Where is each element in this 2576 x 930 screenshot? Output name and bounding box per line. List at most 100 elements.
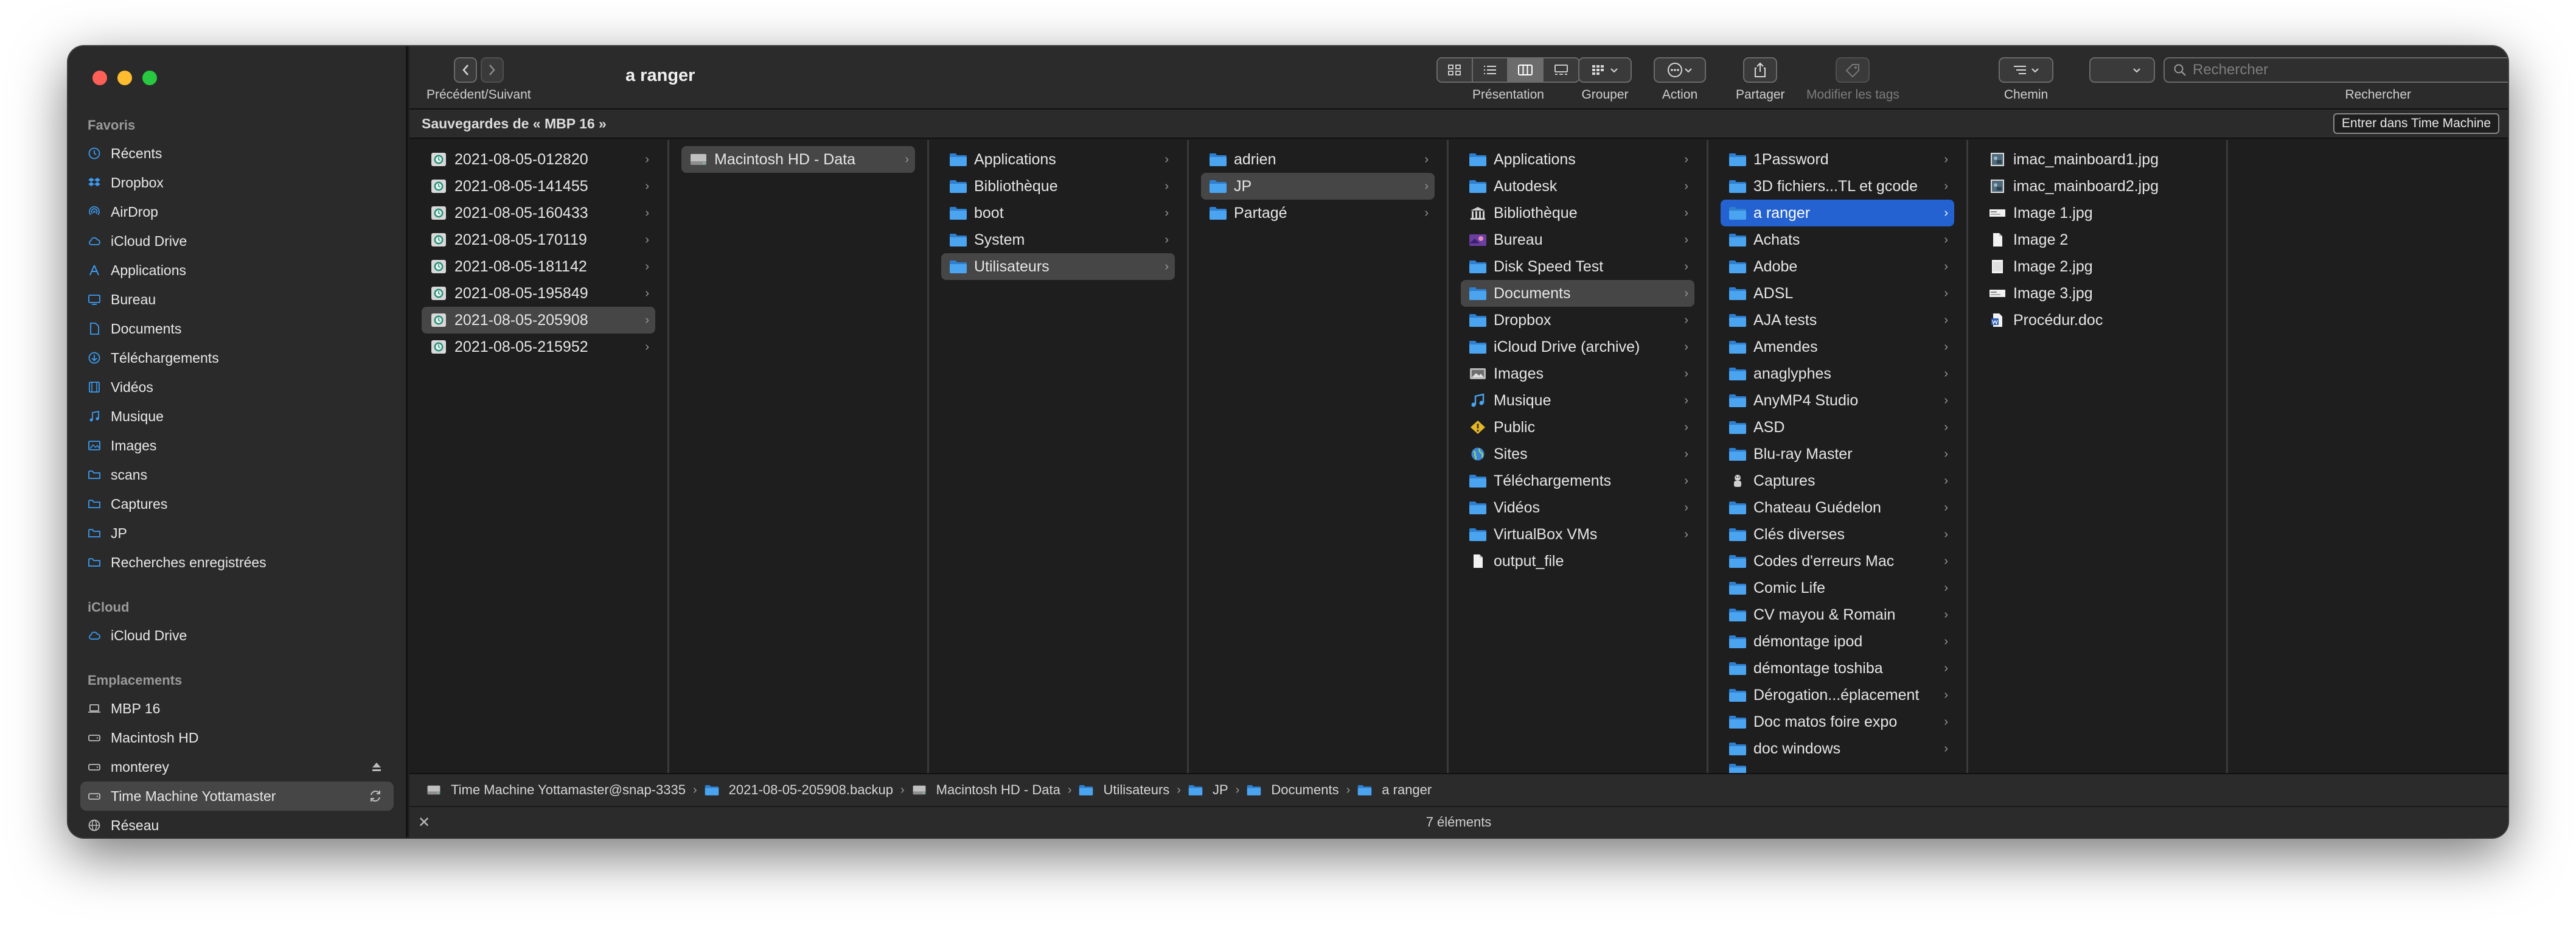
column-item-videos[interactable]: Vidéos › (1461, 494, 1694, 521)
column-item-achats[interactable]: Achats › (1721, 226, 1954, 253)
sidebar-item-icloud-drive[interactable]: iCloud Drive (80, 226, 394, 256)
search-input[interactable] (2193, 61, 2508, 79)
column-item-musique[interactable]: Musique › (1461, 387, 1694, 414)
path-item-utilisateurs[interactable]: Utilisateurs (1079, 782, 1169, 798)
sidebar-item-recents[interactable]: Récents (80, 139, 394, 168)
minimize-window-button[interactable] (117, 71, 132, 85)
close-window-button[interactable] (92, 71, 107, 85)
sidebar-item-dropbox[interactable]: Dropbox (80, 168, 394, 197)
column-item-documents[interactable]: Documents › (1461, 280, 1694, 307)
back-button[interactable] (453, 57, 477, 83)
zoom-window-button[interactable] (142, 71, 157, 85)
column-item-clipped[interactable] (1721, 762, 1954, 773)
column-item-autodesk[interactable]: Autodesk › (1461, 173, 1694, 200)
column-item-doc-windows[interactable]: doc windows › (1721, 735, 1954, 762)
column-item-a-ranger[interactable]: a ranger › (1721, 200, 1954, 226)
column-item-2021-08-05-141455[interactable]: 2021-08-05-141455 › (422, 173, 655, 200)
column-item-adsl[interactable]: ADSL › (1721, 280, 1954, 307)
sync-button[interactable] (368, 789, 383, 803)
sidebar-item-applications[interactable]: Applications (80, 256, 394, 285)
column-item-anaglyphes[interactable]: anaglyphes › (1721, 360, 1954, 387)
column-item-2021-08-05-160433[interactable]: 2021-08-05-160433 › (422, 200, 655, 226)
column-item-jp[interactable]: JP › (1201, 173, 1435, 200)
path-item-documents[interactable]: Documents (1247, 782, 1339, 798)
gallery-view-button[interactable] (1544, 58, 1579, 82)
share-button[interactable] (1743, 57, 1778, 83)
sidebar-item-icloud-drive[interactable]: iCloud Drive (80, 621, 394, 650)
column-item-1password[interactable]: 1Password › (1721, 146, 1954, 173)
column-item-sites[interactable]: Sites › (1461, 441, 1694, 467)
search-field[interactable] (2163, 57, 2508, 83)
column-item-output-file[interactable]: output_file (1461, 548, 1694, 575)
sidebar-item-time-machine-yottamaster[interactable]: Time Machine Yottamaster (80, 781, 394, 811)
column-item-utilisateurs[interactable]: Utilisateurs › (941, 253, 1175, 280)
column-item-applications[interactable]: Applications › (941, 146, 1175, 173)
sidebar-item-documents[interactable]: Documents (80, 314, 394, 343)
column-item-bureau[interactable]: Bureau › (1461, 226, 1694, 253)
column-item-amendes[interactable]: Amendes › (1721, 334, 1954, 360)
sidebar-item-monterey[interactable]: monterey (80, 752, 394, 781)
column-item-public[interactable]: Public › (1461, 414, 1694, 441)
sync-icon[interactable] (368, 789, 383, 803)
column-item-partage[interactable]: Partagé › (1201, 200, 1435, 226)
sidebar-item-images[interactable]: Images (80, 431, 394, 460)
path-button[interactable] (1999, 57, 2053, 83)
column-item-system[interactable]: System › (941, 226, 1175, 253)
column-item-blu-ray-master[interactable]: Blu-ray Master › (1721, 441, 1954, 467)
column-item-dropbox[interactable]: Dropbox › (1461, 307, 1694, 334)
column-item-imac-mainboard1-jpg[interactable]: imac_mainboard1.jpg (1980, 146, 2214, 173)
column-item-aja-tests[interactable]: AJA tests › (1721, 307, 1954, 334)
column-item-image-2[interactable]: Image 2 (1980, 226, 2214, 253)
list-view-button[interactable] (1473, 58, 1508, 82)
column-item-derogation-eplacement[interactable]: Dérogation...éplacement › (1721, 682, 1954, 708)
column-item-adrien[interactable]: adrien › (1201, 146, 1435, 173)
column-item-boot[interactable]: boot › (941, 200, 1175, 226)
sidebar-item-reseau[interactable]: Réseau (80, 811, 394, 837)
column-item-virtualbox-vms[interactable]: VirtualBox VMs › (1461, 521, 1694, 548)
column-item-image-1-jpg[interactable]: Image 1.jpg (1980, 200, 2214, 226)
edit-tags-button[interactable] (1836, 57, 1870, 83)
column-item-codes-d-erreurs-mac[interactable]: Codes d'erreurs Mac › (1721, 548, 1954, 575)
column-item-asd[interactable]: ASD › (1721, 414, 1954, 441)
sidebar-item-recherches-enregistrees[interactable]: Recherches enregistrées (80, 548, 394, 577)
column-view-button[interactable] (1508, 58, 1544, 82)
sidebar-item-captures[interactable]: Captures (80, 489, 394, 519)
column-item-icloud-drive-archive[interactable]: iCloud Drive (archive) › (1461, 334, 1694, 360)
column-item-chateau-guedelon[interactable]: Chateau Guédelon › (1721, 494, 1954, 521)
column-item-macintosh-hd-data[interactable]: Macintosh HD - Data › (681, 146, 915, 173)
column-item-2021-08-05-205908[interactable]: 2021-08-05-205908 › (422, 307, 655, 334)
column-item-anymp4-studio[interactable]: AnyMP4 Studio › (1721, 387, 1954, 414)
column-item-cles-diverses[interactable]: Clés diverses › (1721, 521, 1954, 548)
column-item-bibliotheque[interactable]: Bibliothèque › (941, 173, 1175, 200)
column-item-telechargements[interactable]: Téléchargements › (1461, 467, 1694, 494)
sidebar-item-bureau[interactable]: Bureau (80, 285, 394, 314)
eject-icon[interactable] (371, 761, 383, 773)
column-item-images[interactable]: Images › (1461, 360, 1694, 387)
path-item-time-machine-yottamaster-snap-3335[interactable]: Time Machine Yottamaster@snap-3335 (426, 782, 686, 798)
column-item-2021-08-05-181142[interactable]: 2021-08-05-181142 › (422, 253, 655, 280)
sidebar-item-scans[interactable]: scans (80, 460, 394, 489)
path-item-macintosh-hd-data[interactable]: Macintosh HD - Data (912, 782, 1060, 798)
close-pathbar-icon[interactable]: ✕ (418, 814, 430, 831)
group-button[interactable] (1578, 57, 1632, 83)
eject-button[interactable] (371, 761, 383, 773)
column-item-demontage-toshiba[interactable]: démontage toshiba › (1721, 655, 1954, 682)
column-item-bibliotheque[interactable]: Bibliothèque › (1461, 200, 1694, 226)
sidebar-item-jp[interactable]: JP (80, 519, 394, 548)
path-item-a-ranger[interactable]: a ranger (1357, 782, 1432, 798)
sidebar-item-macintosh-hd[interactable]: Macintosh HD (80, 723, 394, 752)
column-item-disk-speed-test[interactable]: Disk Speed Test › (1461, 253, 1694, 280)
icon-view-button[interactable] (1438, 58, 1473, 82)
column-item-2021-08-05-012820[interactable]: 2021-08-05-012820 › (422, 146, 655, 173)
sidebar-item-musique[interactable]: Musique (80, 402, 394, 431)
column-item-applications[interactable]: Applications › (1461, 146, 1694, 173)
column-item-2021-08-05-195849[interactable]: 2021-08-05-195849 › (422, 280, 655, 307)
action-button[interactable] (1654, 57, 1706, 83)
column-item-doc-matos-foire-expo[interactable]: Doc matos foire expo › (1721, 708, 1954, 735)
path-item-2021-08-05-205908-backup[interactable]: 2021-08-05-205908.backup (705, 782, 893, 798)
sidebar-list[interactable]: Favoris Récents Dropbox AirDrop iCloud Drive… (68, 112, 406, 837)
forward-button[interactable] (480, 57, 504, 83)
column-item-imac-mainboard2-jpg[interactable]: imac_mainboard2.jpg (1980, 173, 2214, 200)
sidebar-item-airdrop[interactable]: AirDrop (80, 197, 394, 226)
column-item-2021-08-05-170119[interactable]: 2021-08-05-170119 › (422, 226, 655, 253)
